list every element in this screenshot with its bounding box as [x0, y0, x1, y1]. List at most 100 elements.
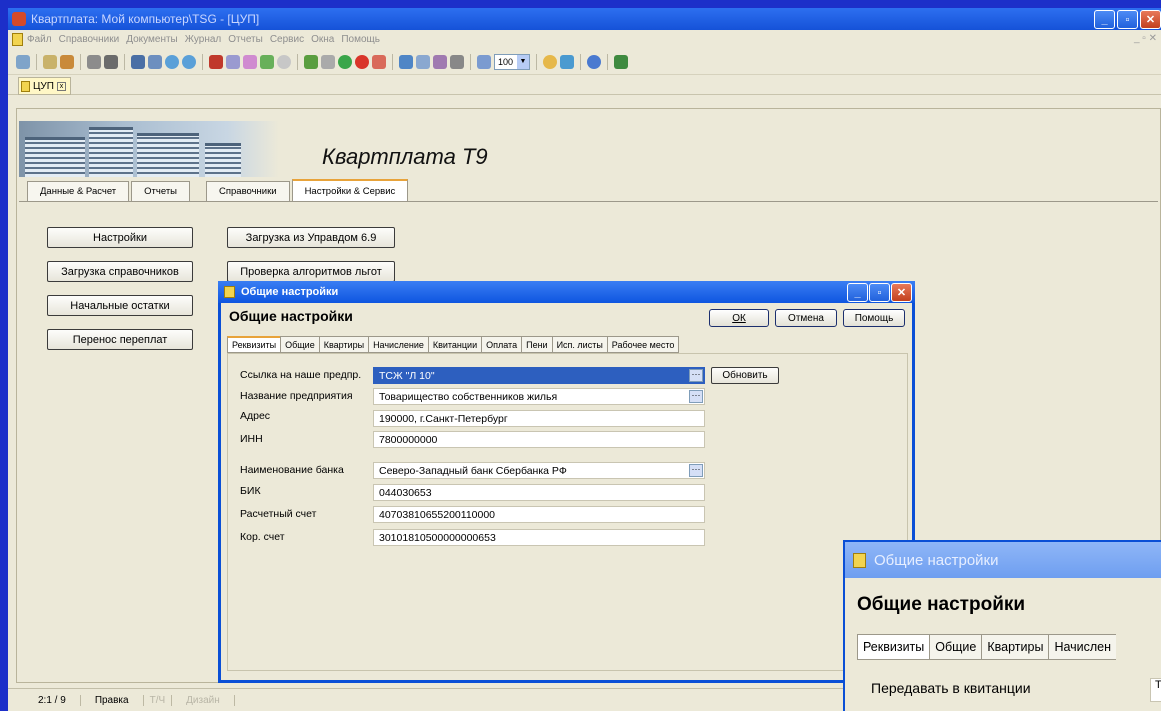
- inset-tab-requisites[interactable]: Реквизиты: [857, 634, 930, 660]
- print-icon[interactable]: [104, 54, 118, 69]
- chart-icon[interactable]: [209, 54, 223, 69]
- cancel-icon[interactable]: [355, 54, 369, 69]
- date-icon[interactable]: [416, 54, 430, 69]
- disabled-icon[interactable]: [277, 54, 291, 69]
- sum-icon[interactable]: [450, 54, 464, 69]
- copy-icon[interactable]: [43, 54, 57, 69]
- enterprise-name-lookup-button[interactable]: ···: [689, 390, 703, 403]
- field-label-enterprise-ref: Ссылка на наше предпр.: [240, 369, 362, 381]
- filter-clear-icon[interactable]: [243, 54, 257, 69]
- general-settings-dialog: Общие настройки _ ▫ ✕ Общие настройки ОК…: [218, 281, 915, 683]
- add-record-icon[interactable]: [304, 54, 318, 69]
- menu-documents[interactable]: Документы: [126, 34, 178, 45]
- mdi-controls[interactable]: _ ▫ ✕: [1134, 33, 1157, 44]
- initial-balances-button[interactable]: Начальные остатки: [47, 295, 193, 316]
- tab-settings-service[interactable]: Настройки & Сервис: [291, 179, 409, 201]
- inset-tab-apartments[interactable]: Квартиры: [981, 634, 1049, 660]
- chevron-down-icon[interactable]: ▼: [517, 54, 529, 69]
- bank-lookup-button[interactable]: ···: [689, 464, 703, 477]
- app-title: Квартплата Т9: [322, 144, 488, 169]
- spellcheck-icon[interactable]: [433, 54, 447, 69]
- refresh-button[interactable]: Обновить: [711, 367, 779, 384]
- field-label-corr-account: Кор. счет: [240, 531, 285, 543]
- edit-record-icon[interactable]: [321, 54, 335, 69]
- delete-icon[interactable]: [372, 54, 386, 69]
- menu-references[interactable]: Справочники: [59, 34, 120, 45]
- settings-button[interactable]: Настройки: [47, 227, 193, 248]
- calendar-icon[interactable]: [399, 54, 413, 69]
- ok-button[interactable]: ОК: [709, 309, 769, 327]
- table-icon[interactable]: [560, 54, 574, 69]
- dialog-maximize-button[interactable]: ▫: [869, 283, 890, 302]
- menu-help[interactable]: Помощь: [341, 34, 380, 45]
- paste-icon[interactable]: [60, 54, 74, 69]
- forward-icon[interactable]: [182, 54, 196, 69]
- field-label-inn: ИНН: [240, 433, 263, 445]
- tab-reports[interactable]: Отчеты: [131, 181, 190, 201]
- address-field[interactable]: 190000, г.Санкт-Петербург: [373, 410, 705, 427]
- transfer-overpayments-button[interactable]: Перенос переплат: [47, 329, 193, 350]
- zoom-select[interactable]: 100 ▼: [494, 53, 530, 70]
- inset-tab-accrual[interactable]: Начислен: [1048, 634, 1117, 660]
- dialog-close-button[interactable]: ✕: [891, 283, 912, 302]
- menu-windows[interactable]: Окна: [311, 34, 334, 45]
- dialog-title-bar[interactable]: Общие настройки _ ▫ ✕: [218, 281, 915, 303]
- close-icon[interactable]: x: [56, 81, 66, 91]
- refresh-icon[interactable]: [260, 54, 274, 69]
- filter-icon[interactable]: [226, 54, 240, 69]
- bank-name-field[interactable]: Северо-Западный банк Сбербанка РФ: [373, 462, 705, 479]
- menu-file[interactable]: Файл: [27, 34, 52, 45]
- coins-icon[interactable]: [543, 54, 557, 69]
- zoom-page-icon[interactable]: [477, 54, 491, 69]
- check-algorithms-button[interactable]: Проверка алгоритмов льгот: [227, 261, 395, 282]
- home-icon[interactable]: [16, 54, 30, 69]
- tab-accrual[interactable]: Начисление: [368, 336, 428, 353]
- settlement-account-field[interactable]: 40703810655200110000: [373, 506, 705, 523]
- tab-receipts[interactable]: Квитанции: [427, 336, 482, 353]
- maximize-button[interactable]: ▫: [1117, 10, 1138, 29]
- search-icon[interactable]: [131, 54, 145, 69]
- tab-apartments[interactable]: Квартиры: [318, 336, 369, 353]
- enterprise-ref-field[interactable]: ТСЖ "Л 10": [373, 367, 705, 384]
- window-title: Квартплата: Мой компьютер\TSG - [ЦУП]: [31, 12, 260, 26]
- inset-heading: Общие настройки: [857, 594, 1026, 615]
- status-design: Дизайн: [172, 694, 235, 706]
- accept-icon[interactable]: [338, 54, 352, 69]
- print-preview-icon[interactable]: [87, 54, 101, 69]
- enterprise-name-field[interactable]: Товарищество собственников жилья: [373, 388, 705, 405]
- menu-service[interactable]: Сервис: [270, 34, 304, 45]
- corr-account-field[interactable]: 30101810500000000653: [373, 529, 705, 546]
- tab-workplace[interactable]: Рабочее место: [606, 336, 680, 353]
- back-icon[interactable]: [165, 54, 179, 69]
- load-upravdom-button[interactable]: Загрузка из Управдом 6.9: [227, 227, 395, 248]
- toolbar-separator: [470, 53, 471, 70]
- enterprise-ref-lookup-button[interactable]: ···: [689, 369, 703, 382]
- close-button[interactable]: ✕: [1140, 10, 1161, 29]
- tab-references[interactable]: Справочники: [206, 181, 290, 201]
- tab-general[interactable]: Общие: [280, 336, 319, 353]
- menu-reports[interactable]: Отчеты: [228, 34, 263, 45]
- inset-receipt-field[interactable]: Т: [1150, 678, 1161, 702]
- help-button[interactable]: Помощь: [843, 309, 905, 327]
- doc-tab-tsup[interactable]: ЦУП x: [18, 77, 71, 95]
- cancel-button[interactable]: Отмена: [775, 309, 837, 327]
- field-label-bik: БИК: [240, 485, 261, 497]
- tab-penalties[interactable]: Пени: [521, 336, 552, 353]
- tab-payment[interactable]: Оплата: [481, 336, 522, 353]
- tab-requisites[interactable]: Реквизиты: [227, 336, 281, 353]
- exit-icon[interactable]: [614, 54, 628, 69]
- help-icon[interactable]: [587, 54, 601, 69]
- search-next-icon[interactable]: [148, 54, 162, 69]
- dialog-minimize-button[interactable]: _: [847, 283, 868, 302]
- inset-tab-general[interactable]: Общие: [929, 634, 982, 660]
- ok-button-label: ОК: [732, 312, 746, 324]
- bik-field[interactable]: 044030653: [373, 484, 705, 501]
- inn-field[interactable]: 7800000000: [373, 431, 705, 448]
- toolbar-separator: [536, 53, 537, 70]
- minimize-button[interactable]: _: [1094, 10, 1115, 29]
- menu-journal[interactable]: Журнал: [185, 34, 222, 45]
- tab-data-calc[interactable]: Данные & Расчет: [27, 181, 130, 201]
- tab-writs[interactable]: Исп. листы: [551, 336, 607, 353]
- load-references-button[interactable]: Загрузка справочников: [47, 261, 193, 282]
- title-bar[interactable]: Квартплата: Мой компьютер\TSG - [ЦУП] _ …: [8, 8, 1161, 30]
